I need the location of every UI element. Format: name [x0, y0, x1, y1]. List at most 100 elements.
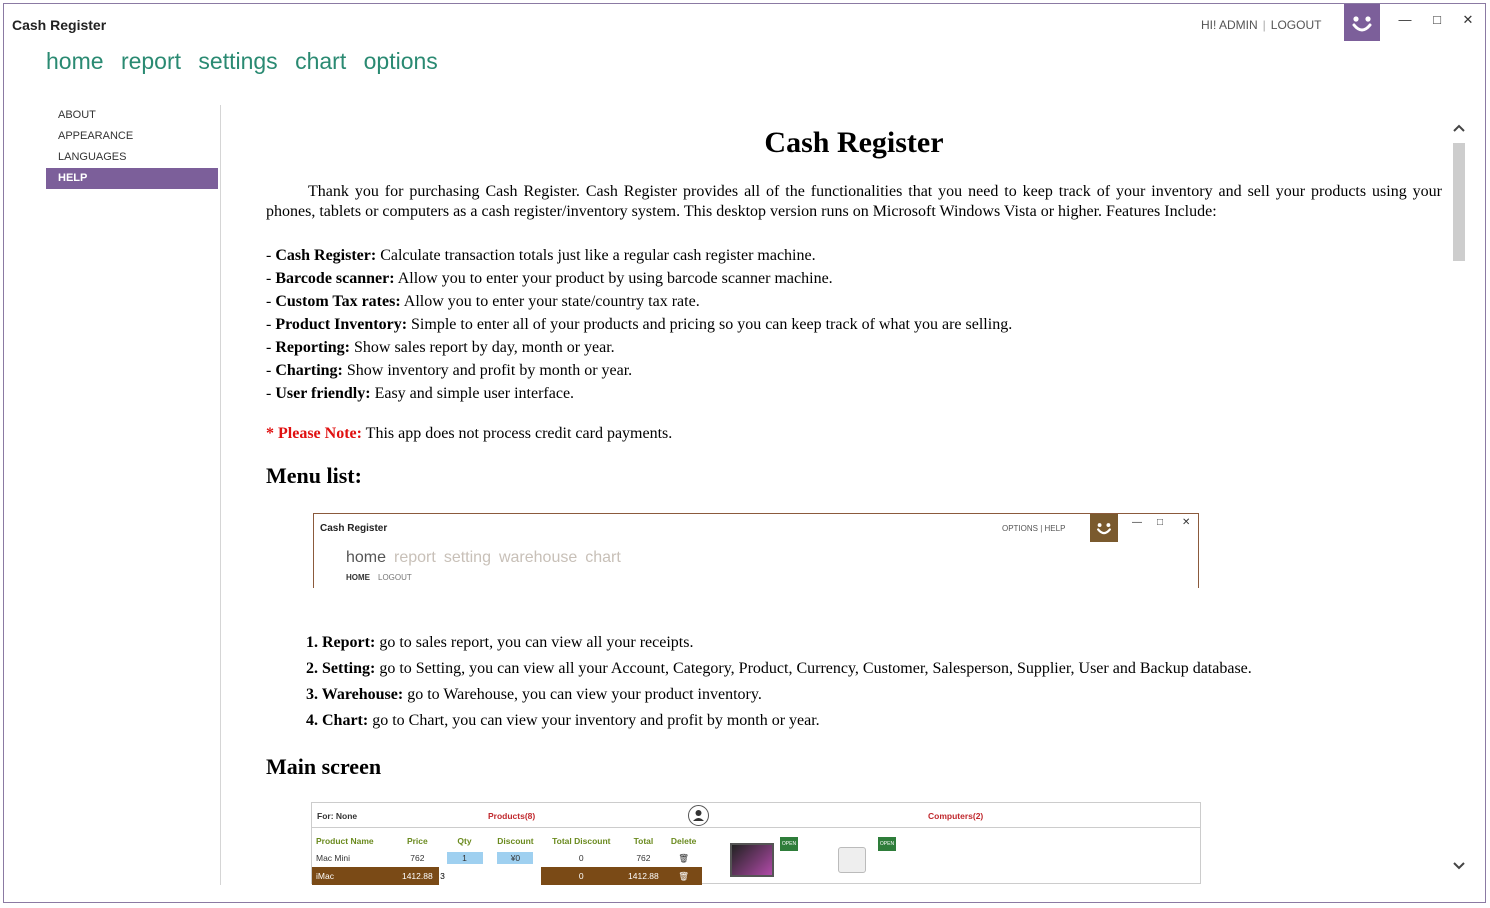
intro-paragraph: Thank you for purchasing Cash Register. … — [266, 183, 1442, 220]
menu-item-desc: go to Chart, you can view your inventory… — [368, 712, 820, 729]
main-screen-screenshot: For: None Products(8) Computers(2) Produ… — [311, 802, 1201, 885]
menu-item: 4. Chart: go to Chart, you can view your… — [306, 708, 1442, 734]
mini-links: OPTIONS | HELP — [1002, 524, 1066, 533]
menu-item-desc: go to Setting, you can view all your Acc… — [375, 660, 1252, 677]
open-tag: OPEN — [878, 837, 896, 851]
chevron-up-icon[interactable] — [1451, 122, 1467, 136]
smiley-icon — [1097, 523, 1111, 535]
mini-sub-home: HOME — [346, 573, 370, 582]
feature-name: Cash Register: — [275, 247, 377, 264]
table-cell: 762 — [410, 853, 425, 863]
feature-item: - Barcode scanner: Allow you to enter yo… — [266, 270, 833, 287]
products-label: Products(8) — [488, 811, 536, 821]
mini-nav-home: home — [346, 549, 387, 566]
nav-chart[interactable]: chart — [295, 48, 346, 74]
sidebar-item-appearance[interactable]: APPEARANCE — [46, 126, 218, 147]
close-button[interactable]: ✕ — [1458, 10, 1478, 30]
table-cell: 0 — [578, 853, 584, 863]
table-row: Mac Mini 762 1 ¥0 0 762 🗑 — [312, 849, 702, 867]
menu-item-name: 1. Report: — [306, 634, 376, 651]
nav-settings[interactable]: settings — [198, 48, 277, 74]
menu-items-list: 1. Report: go to sales report, you can v… — [266, 630, 1442, 734]
table-cell: 762 — [636, 853, 651, 863]
feature-desc: Show sales report by day, month or year. — [349, 339, 615, 356]
title-bar: Cash Register HI! ADMIN | LOGOUT — □ ✕ — [4, 4, 1485, 48]
payment-note: * Please Note: This app does not process… — [266, 425, 1442, 443]
computers-label: Computers(2) — [928, 811, 984, 821]
table-cell: 3 — [439, 867, 490, 885]
table-cell: 1412.88 — [621, 867, 666, 885]
feature-name: User friendly: — [275, 385, 371, 402]
chevron-down-icon[interactable] — [1451, 860, 1467, 874]
table-cell: 0 — [541, 867, 622, 885]
feature-item: - User friendly: Easy and simple user in… — [266, 385, 575, 402]
mini-nav-item: setting — [443, 549, 491, 566]
nav-report[interactable]: report — [121, 48, 181, 74]
nav-options[interactable]: options — [364, 48, 438, 74]
scrollbar-thumb[interactable] — [1453, 143, 1465, 261]
note-label: * Please Note: — [266, 425, 362, 442]
table-cell: 1412.88 — [395, 867, 440, 885]
main-screen-header: For: None Products(8) Computers(2) — [312, 803, 1200, 828]
feature-desc: Show inventory and profit by month or ye… — [342, 362, 633, 379]
discount-pill: ¥0 — [497, 852, 534, 864]
note-text: This app does not process credit card pa… — [361, 425, 673, 442]
macmini-thumbnail — [838, 847, 866, 873]
column-header: Discount — [497, 836, 534, 846]
sidebar-item-languages[interactable]: LANGUAGES — [46, 147, 218, 168]
menu-item: 2. Setting: go to Setting, you can view … — [306, 656, 1442, 682]
maximize-button[interactable]: □ — [1427, 10, 1447, 30]
smiley-icon — [1352, 15, 1372, 31]
content-scrollbar[interactable] — [1451, 108, 1467, 888]
greeting-link[interactable]: HI! ADMIN — [1201, 18, 1258, 32]
mini-title: Cash Register — [320, 523, 388, 534]
column-header: Total Discount — [552, 836, 611, 846]
mini-nav-item: chart — [585, 549, 621, 566]
feature-desc: Calculate transaction totals just like a… — [376, 247, 816, 264]
feature-name: Barcode scanner: — [275, 270, 395, 287]
table-cell: iMac — [312, 867, 396, 885]
column-header: Price — [406, 836, 428, 846]
mini-subnav: HOME LOGOUT — [346, 573, 412, 582]
menu-item: 1. Report: go to sales report, you can v… — [306, 630, 1442, 656]
column-header: Delete — [670, 836, 697, 846]
mini-nav-item: warehouse — [498, 549, 578, 566]
link-separator: | — [1262, 18, 1266, 32]
table-cell: 1 — [439, 849, 490, 867]
mini-maximize-icon: □ — [1157, 517, 1164, 528]
feature-desc: Allow you to enter your product by using… — [394, 270, 833, 287]
minimize-button[interactable]: — — [1395, 10, 1415, 30]
avatar[interactable] — [1344, 4, 1380, 41]
feature-item: - Custom Tax rates: Allow you to enter y… — [266, 293, 700, 310]
sidebar-item-help[interactable]: HELP — [46, 168, 218, 189]
sidebar-item-about[interactable]: ABOUT — [46, 105, 218, 126]
trash-icon: 🗑 — [678, 852, 690, 863]
trash-icon: 🗑 — [665, 867, 702, 885]
feature-name: Product Inventory: — [275, 316, 408, 333]
menu-list-heading: Menu list: — [266, 463, 362, 488]
feature-desc: Simple to enter all of your products and… — [407, 316, 1013, 333]
feature-name: Custom Tax rates: — [275, 293, 401, 310]
person-icon — [688, 805, 709, 826]
menu-item-name: 3. Warehouse: — [306, 686, 404, 703]
doc-title: Cash Register — [764, 126, 944, 159]
app-title: Cash Register — [12, 17, 107, 33]
feature-list: - Cash Register: Calculate transaction t… — [266, 244, 1442, 405]
feature-name: Charting: — [275, 362, 343, 379]
mini-minimize-icon: — — [1132, 517, 1142, 528]
table-cell: Mac Mini — [316, 853, 351, 863]
feature-name: Reporting: — [275, 339, 350, 356]
help-content: Cash Register Thank you for purchasing C… — [266, 108, 1442, 888]
column-header: Qty — [457, 836, 472, 846]
mini-sub-logout: LOGOUT — [378, 573, 412, 582]
nav-home[interactable]: home — [46, 48, 104, 74]
qty-pill: 1 — [446, 852, 483, 864]
menu-screenshot: Cash Register OPTIONS | HELP — □ ✕ home r… — [313, 513, 1199, 588]
mini-nav-item: report — [394, 549, 436, 566]
cart-table: Product Name Price Qty Discount Total Di… — [312, 833, 702, 885]
logout-link[interactable]: LOGOUT — [1271, 18, 1322, 32]
sidebar-divider — [220, 105, 221, 885]
table-cell: ¥0 — [490, 849, 541, 867]
menu-item-desc: go to sales report, you can view all you… — [375, 634, 694, 651]
table-cell — [489, 867, 542, 885]
